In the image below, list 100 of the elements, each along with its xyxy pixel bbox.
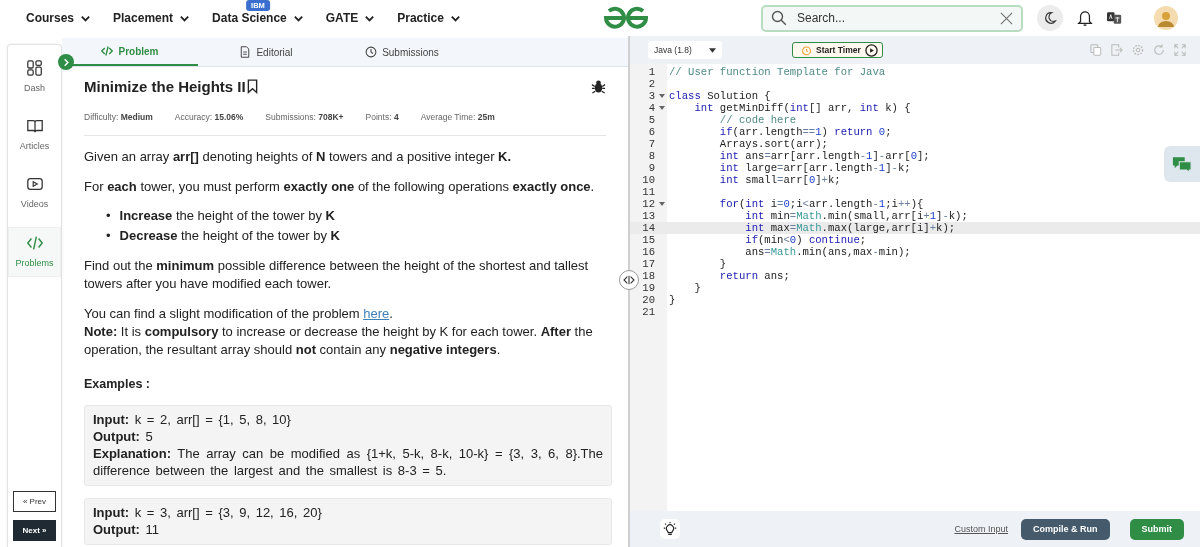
next-button[interactable]: Next » <box>13 520 56 541</box>
chat-bubbles-icon <box>1172 155 1192 173</box>
list-bullet: • <box>106 207 111 225</box>
code-line: class Solution { <box>669 90 771 102</box>
play-icon <box>25 175 44 193</box>
list-bullet: • <box>106 227 111 245</box>
nav-menu-item[interactable]: Placement <box>113 11 191 25</box>
nav-menu-item[interactable]: Courses <box>26 11 92 25</box>
sidebar-item[interactable]: Articles <box>8 111 61 159</box>
line-number: 3 <box>647 90 655 102</box>
code-line: int min=Math.min(small,arr[i+1]-k); <box>744 210 968 222</box>
line-number: 17 <box>641 258 655 270</box>
line-number: 10 <box>641 174 655 186</box>
resize-handle[interactable] <box>619 270 639 290</box>
code-line: // code here <box>718 114 797 126</box>
submit-button[interactable]: Submit <box>1129 518 1184 540</box>
search-icon <box>771 10 787 26</box>
fold-arrow-icon[interactable] <box>659 94 665 98</box>
tab[interactable]: Editorial <box>198 38 334 66</box>
bell-icon[interactable] <box>1077 9 1093 27</box>
paragraph: Given an array arr[] denoting heights of N towers and a positive integer K. <box>84 148 513 166</box>
hint-bulb-button[interactable] <box>660 519 680 539</box>
language-dropdown[interactable]: Java (1.8) <box>648 41 722 59</box>
line-number: 5 <box>647 114 655 126</box>
code-line: if(min<0) continue; <box>744 234 867 246</box>
example-line: Explanation: The array can be modified as {1+k, 5-k, 8-k, 10-k} = {3, 3, 6, 8}.The difference between the largest and the smallest is 8-3 = 5. <box>93 445 603 479</box>
line-number: 13 <box>641 210 655 222</box>
example-line: Input: k = 2, arr[] = {1, 5, 8, 10} <box>93 411 292 428</box>
problem-stat: Average Time: 25m <box>420 112 495 122</box>
line-number: 9 <box>647 162 655 174</box>
code-line: } <box>669 294 676 306</box>
paragraph: Find out the minimum possible difference between the height of the shortest and tallest towers after you have modified each tower. <box>84 257 590 293</box>
grid-icon <box>25 59 44 77</box>
list-item: Decrease the height of the tower by K <box>119 227 340 245</box>
sidebar-item[interactable]: Problems <box>8 227 61 277</box>
problem-title: Minimize the Heights II <box>84 77 246 95</box>
section-heading: Examples : <box>84 376 151 393</box>
custom-input-link[interactable]: Custom Input <box>954 524 1008 534</box>
translate-icon[interactable] <box>1107 11 1122 25</box>
code-line: int small=arr[0]+k; <box>718 174 841 186</box>
code-line: } <box>693 282 701 294</box>
sidebar-item[interactable]: Dash <box>8 53 61 101</box>
moon-icon <box>1043 11 1057 25</box>
code-line: return ans; <box>718 270 790 282</box>
line-number: 1 <box>647 66 655 78</box>
problem-stat: Submissions: 708K+ <box>265 112 344 122</box>
bookmark-icon[interactable] <box>246 78 258 94</box>
chat-button[interactable] <box>1164 146 1200 182</box>
search-field[interactable]: Search... <box>795 10 992 26</box>
code-line: int max=Math.max(large,arr[i]+k); <box>744 222 956 234</box>
code-line: Arrays.sort(arr); <box>718 138 828 150</box>
line-number: 18 <box>641 270 655 282</box>
paragraph: For each tower, you must perform exactly one of the following operations exactly once. <box>84 178 596 196</box>
problem-stat: Points: 4 <box>365 112 399 122</box>
nav-menu-item[interactable]: Practice <box>397 11 461 25</box>
line-number: 14 <box>641 222 655 234</box>
line-number: 16 <box>641 246 655 258</box>
example-line: Output: 5 <box>93 428 154 445</box>
clock-icon <box>365 46 378 58</box>
line-number: 15 <box>641 234 655 246</box>
example-line: Input: k = 3, arr[] = {3, 9, 12, 16, 20} <box>93 504 323 521</box>
sidebar-item[interactable]: Videos <box>8 169 61 217</box>
collapse-button[interactable] <box>58 54 74 70</box>
nav-menu-item[interactable]: Data Science <box>212 11 304 25</box>
fold-arrow-icon[interactable] <box>659 202 665 206</box>
line-number: 6 <box>647 126 655 138</box>
line-number: 11 <box>641 186 655 198</box>
caret-icon <box>709 47 716 53</box>
line-number: 21 <box>641 306 655 318</box>
book-icon <box>25 117 44 135</box>
example-line: Output: 11 <box>93 521 161 538</box>
previous-button[interactable]: « Prev <box>13 491 56 512</box>
search-bar[interactable]: Search... <box>761 4 1023 32</box>
dark-mode-button[interactable] <box>1037 5 1063 31</box>
code-line: } <box>718 258 727 270</box>
line-number: 12 <box>641 198 655 210</box>
tab[interactable]: Submissions <box>334 38 470 66</box>
avatar-icon[interactable] <box>1154 6 1178 30</box>
line-number: 19 <box>641 282 655 294</box>
nav-menu-item[interactable]: GATE <box>325 11 376 25</box>
code-line: // User function Template for Java <box>669 66 886 78</box>
close-icon[interactable] <box>1000 11 1013 25</box>
alarm-clock-icon <box>801 44 812 56</box>
list-item: Increase the height of the tower by K <box>119 207 335 225</box>
fold-arrow-icon[interactable] <box>659 106 665 110</box>
code-line: int large=arr[arr.length-1]-k; <box>718 162 911 174</box>
line-number: 20 <box>641 294 655 306</box>
code-icon <box>101 45 114 57</box>
light-bulb-icon <box>662 521 678 537</box>
problem-stat: Difficulty: Medium <box>84 112 153 122</box>
bug-icon[interactable] <box>591 78 606 94</box>
logo-icon[interactable] <box>602 6 650 30</box>
line-number: 2 <box>647 78 655 90</box>
start-timer-button[interactable]: Start Timer <box>792 42 883 58</box>
code-line: int ans=arr[arr.length-1]-arr[0]; <box>718 150 930 162</box>
code-line: int getMinDiff(int[] arr, int k) { <box>693 102 911 114</box>
resize-arrows-icon <box>622 275 636 285</box>
problem-stat: Accuracy: 15.06% <box>174 112 244 122</box>
compile-run-button[interactable]: Compile & Run <box>1021 518 1110 540</box>
tab[interactable]: Problem <box>62 38 198 66</box>
